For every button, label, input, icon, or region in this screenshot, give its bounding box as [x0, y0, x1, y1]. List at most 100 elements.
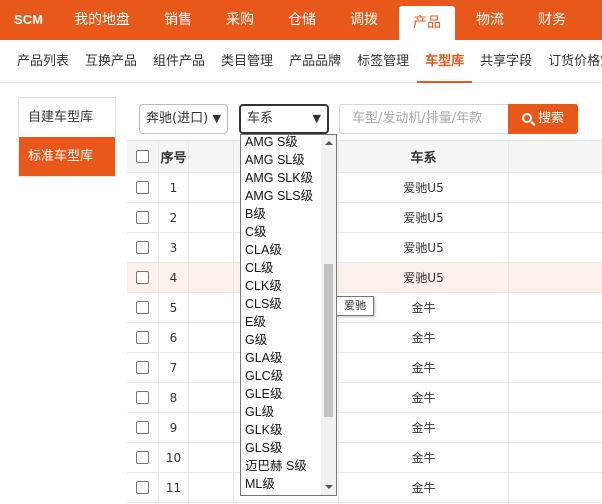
tab-shared-fields[interactable]: 共享字段 [472, 40, 540, 83]
row-series: 爱驰U5 [338, 173, 508, 202]
tab-product-brand[interactable]: 产品品牌 [281, 40, 349, 83]
row-checkbox[interactable] [136, 211, 149, 224]
row-seq: 11 [158, 473, 188, 502]
library-side-panel: 自建车型库 标准车型库 [18, 97, 116, 177]
row-seq: 6 [158, 323, 188, 352]
row-series: 金牛 [338, 323, 508, 352]
series-option[interactable]: CLK级 [241, 277, 321, 295]
series-option[interactable]: CLS级 [241, 295, 321, 313]
series-dropdown-list[interactable]: AMG S级 AMG SL级 AMG SLK级 AMG SLS级 B级 C级 CLA级 CL级… [240, 134, 337, 496]
nav-item-sales[interactable]: 销售 [147, 0, 209, 40]
row-seq: 1 [158, 173, 188, 202]
table-row[interactable]: 8 金牛 [127, 383, 602, 413]
series-option[interactable]: AMG S级 [241, 135, 321, 151]
series-select-value: 车系 [247, 111, 274, 126]
cell-tooltip: 爱驰 [336, 296, 374, 316]
table-row[interactable]: 9 金牛 [127, 413, 602, 443]
scrollbar-thumb[interactable] [324, 264, 333, 417]
brand-logo[interactable]: SCM [0, 0, 57, 40]
nav-item-transfer[interactable]: 调拨 [333, 0, 395, 40]
series-option[interactable]: C级 [241, 223, 321, 241]
table-row[interactable]: 10 金牛 [127, 443, 602, 473]
series-option[interactable]: AMG SLS级 [241, 187, 321, 205]
tab-tag-manage[interactable]: 标签管理 [349, 40, 417, 83]
series-option[interactable]: GLC级 [241, 367, 321, 385]
tab-component-product[interactable]: 组件产品 [145, 40, 213, 83]
sub-nav: 产品列表 互换产品 组件产品 类目管理 产品品牌 标签管理 车型库 共享字段 订… [0, 40, 602, 83]
dropdown-scrollbar[interactable] [321, 135, 336, 495]
series-option[interactable]: CL级 [241, 259, 321, 277]
row-checkbox[interactable] [136, 241, 149, 254]
vehicle-table: 序号 车系 1 爱驰U5 2 爱驰U5 3 爱驰U5 4 爱驰U5 5 金牛 6 金牛 7 金牛 8 金牛 9 金… [127, 140, 602, 503]
chevron-down-icon: ▼ [212, 112, 221, 125]
row-seq: 10 [158, 443, 188, 472]
row-series: 金牛 [338, 443, 508, 472]
row-series: 爱驰U5 [338, 233, 508, 262]
scroll-up-icon[interactable] [325, 141, 333, 145]
nav-item-purchase[interactable]: 采购 [209, 0, 271, 40]
series-option[interactable]: E级 [241, 313, 321, 331]
search-button[interactable]: 搜索 [508, 104, 578, 134]
row-checkbox[interactable] [136, 301, 149, 314]
nav-item-product[interactable]: 产品 [399, 6, 455, 40]
series-option[interactable]: CLA级 [241, 241, 321, 259]
brand-select-value: 奔驰(进口) [146, 111, 209, 126]
series-option[interactable]: 迈巴赫 S级 [241, 457, 321, 475]
nav-item-logistics[interactable]: 物流 [459, 0, 521, 40]
search-input[interactable]: 车型/发动机/排量/年款 [339, 104, 508, 134]
series-option[interactable]: GLS级 [241, 439, 321, 457]
side-item-standard-library[interactable]: 标准车型库 [19, 137, 115, 176]
nav-item-finance[interactable]: 财务 [521, 0, 583, 40]
table-row[interactable]: 2 爱驰U5 [127, 203, 602, 233]
series-option-list: AMG S级 AMG SL级 AMG SLK级 AMG SLS级 B级 C级 CLA级 CL级… [241, 135, 321, 493]
header-seq: 序号 [158, 141, 188, 172]
series-option[interactable]: GL级 [241, 403, 321, 421]
tab-product-list[interactable]: 产品列表 [9, 40, 77, 83]
select-all-checkbox[interactable] [136, 150, 149, 163]
header-series: 车系 [338, 141, 508, 172]
row-checkbox[interactable] [136, 391, 149, 404]
brand-select[interactable]: 奔驰(进口) ▼ [139, 104, 228, 134]
row-series: 爱驰U5 [338, 263, 508, 292]
row-checkbox[interactable] [136, 481, 149, 494]
nav-item-my-site[interactable]: 我的地盘 [57, 0, 147, 40]
row-checkbox[interactable] [136, 361, 149, 374]
row-series: 金牛 [338, 383, 508, 412]
table-row[interactable]: 7 金牛 [127, 353, 602, 383]
search-icon [521, 113, 532, 123]
side-item-custom-library[interactable]: 自建车型库 [19, 98, 115, 137]
top-nav: SCM 我的地盘 销售 采购 仓储 调拨 产品 物流 财务 [0, 0, 602, 40]
row-checkbox[interactable] [136, 181, 149, 194]
table-row[interactable]: 4 爱驰U5 [127, 263, 602, 293]
table-row[interactable]: 11 金牛 [127, 473, 602, 503]
table-row[interactable]: 6 金牛 [127, 323, 602, 353]
row-series: 金牛 [338, 413, 508, 442]
scroll-down-icon[interactable] [325, 485, 333, 489]
row-seq: 7 [158, 353, 188, 382]
search-button-label: 搜索 [537, 111, 564, 126]
nav-item-warehouse[interactable]: 仓储 [271, 0, 333, 40]
row-seq: 4 [158, 263, 188, 292]
row-checkbox[interactable] [136, 451, 149, 464]
series-option[interactable]: GLA级 [241, 349, 321, 367]
row-checkbox[interactable] [136, 331, 149, 344]
tab-category-manage[interactable]: 类目管理 [213, 40, 281, 83]
tab-vehicle-library[interactable]: 车型库 [417, 40, 473, 83]
series-option[interactable]: AMG SL级 [241, 151, 321, 169]
row-checkbox[interactable] [136, 271, 149, 284]
tab-interchange-product[interactable]: 互换产品 [77, 40, 145, 83]
row-checkbox[interactable] [136, 421, 149, 434]
series-option[interactable]: G级 [241, 331, 321, 349]
series-option[interactable]: AMG SLK级 [241, 169, 321, 187]
row-seq: 3 [158, 233, 188, 262]
series-option[interactable]: ML级 [241, 475, 321, 493]
table-row[interactable]: 3 爱驰U5 [127, 233, 602, 263]
series-option[interactable]: B级 [241, 205, 321, 223]
tab-order-price-strategy[interactable]: 订货价格策略 [540, 40, 602, 83]
series-select[interactable]: 车系 ▼ [239, 104, 329, 134]
series-option[interactable]: GLK级 [241, 421, 321, 439]
row-seq: 5 [158, 293, 188, 322]
series-option[interactable]: GLE级 [241, 385, 321, 403]
table-header-row: 序号 车系 [127, 141, 602, 173]
table-row[interactable]: 1 爱驰U5 [127, 173, 602, 203]
